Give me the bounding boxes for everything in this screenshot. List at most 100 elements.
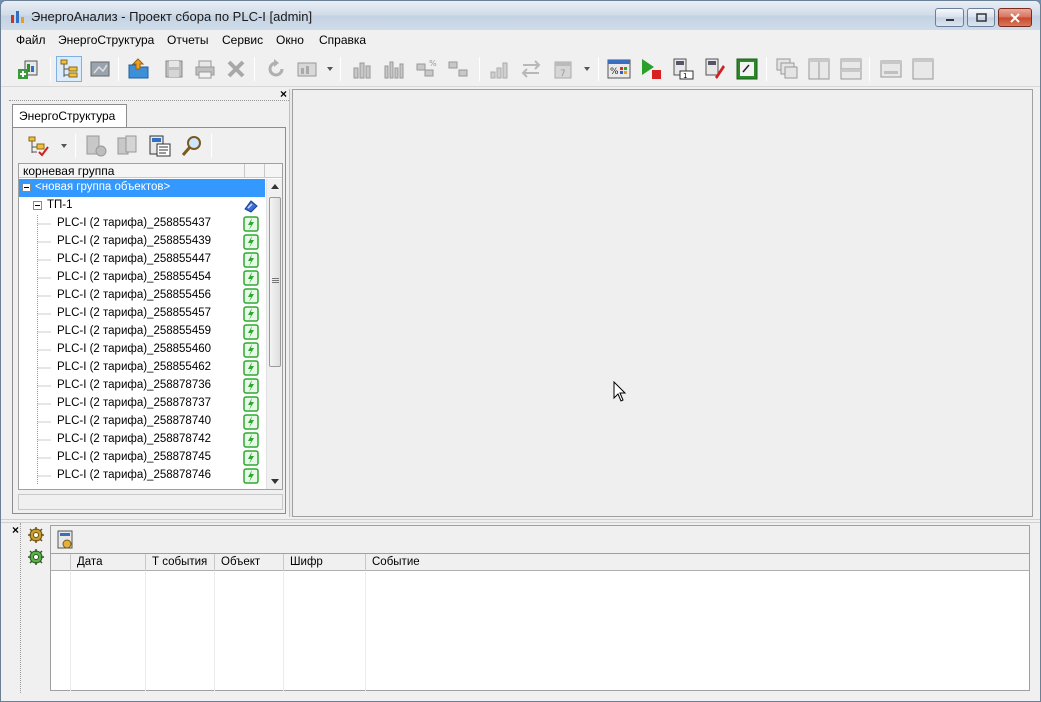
maximize-button[interactable] — [967, 8, 995, 27]
panel-close-icon[interactable]: × — [280, 87, 287, 101]
tree-vertical-scrollbar[interactable] — [266, 179, 282, 489]
column-header-event-time[interactable]: Т события — [146, 554, 215, 571]
tab-energy-structure[interactable]: ЭнергоСтруктура — [12, 104, 127, 128]
bar-chart-button[interactable] — [350, 56, 376, 82]
tree-item-device[interactable]: PLC-I (2 тарифа)_258878745 — [19, 449, 265, 467]
refresh-button[interactable] — [263, 56, 289, 82]
scroll-down-icon[interactable] — [271, 479, 279, 484]
column-header-object[interactable]: Объект — [215, 554, 284, 571]
column-header-code[interactable]: Шифр — [284, 554, 366, 571]
tree-item-label: PLC-I (2 тарифа)_258878742 — [57, 433, 212, 445]
dropdown-arrow-icon[interactable] — [61, 144, 67, 148]
tree-connector — [37, 215, 51, 233]
tariff-table-button[interactable]: % — [606, 56, 632, 82]
device-copy-button[interactable] — [115, 133, 141, 159]
events-panel-close-icon[interactable]: × — [12, 523, 19, 537]
map-view-icon — [90, 61, 110, 77]
tree-horizontal-scrollbar[interactable] — [18, 494, 283, 510]
app-window: ЭнергоАнализ - Проект сбора по PLC-I [ad… — [0, 0, 1041, 702]
tree-item-device[interactable]: PLC-I (2 тарифа)_258878740 — [19, 413, 265, 431]
gauge-button[interactable] — [734, 56, 760, 82]
menu-reports[interactable]: Отчеты — [167, 33, 208, 47]
tree-item-label: PLC-I (2 тарифа)_258878737 — [57, 397, 212, 409]
meter-config-icon: 1 — [673, 58, 694, 80]
toolbar-separator — [766, 57, 767, 81]
tile-horizontal-button[interactable] — [838, 56, 864, 82]
substation-icon — [244, 200, 258, 213]
tree-item-device[interactable]: PLC-I (2 тарифа)_258855459 — [19, 323, 265, 341]
view-options-icon — [297, 62, 317, 77]
tree-item-device[interactable]: PLC-I (2 тарифа)_258855454 — [19, 269, 265, 287]
menu-file[interactable]: Файл — [16, 33, 46, 47]
cascade-windows-button[interactable] — [774, 56, 800, 82]
search-button[interactable] — [179, 133, 205, 159]
minimize-all-icon — [880, 60, 902, 78]
refresh-icon — [268, 59, 284, 77]
tree-item-device[interactable]: PLC-I (2 тарифа)_258878746 — [19, 467, 265, 485]
tree-item-tp1[interactable]: ТП-1 — [19, 197, 265, 215]
tree-item-device[interactable]: PLC-I (2 тарифа)_258878737 — [19, 395, 265, 413]
collapse-icon[interactable] — [33, 201, 42, 210]
close-button[interactable] — [998, 8, 1032, 27]
menu-window[interactable]: Окно — [276, 33, 304, 47]
bar-chart-compare-button[interactable] — [382, 56, 408, 82]
tree-connector — [37, 341, 51, 359]
menu-help[interactable]: Справка — [319, 33, 366, 47]
add-object-button[interactable] — [15, 56, 41, 82]
mdi-workspace[interactable] — [292, 89, 1033, 517]
map-view-button[interactable] — [87, 56, 113, 82]
gear-green-icon[interactable] — [27, 548, 45, 566]
tree-item-device[interactable]: PLC-I (2 тарифа)_258855447 — [19, 251, 265, 269]
menu-energy-structure[interactable]: ЭнергоСтруктура — [58, 33, 154, 47]
events-export-icon — [57, 530, 73, 549]
start-polling-button[interactable] — [638, 56, 664, 82]
tree-item-label: PLC-I (2 тарифа)_258878736 — [57, 379, 212, 391]
scroll-up-icon[interactable] — [271, 184, 279, 189]
tree-view-button[interactable] — [56, 56, 82, 82]
step-chart-button[interactable] — [446, 56, 472, 82]
column-header-event[interactable]: Событие — [366, 554, 1029, 571]
dock-strip — [20, 523, 21, 693]
scrollbar-thumb[interactable] — [269, 197, 281, 367]
device-copy-icon — [117, 135, 137, 155]
percent-chart-button[interactable]: % — [414, 56, 440, 82]
calendar-button[interactable]: 7 — [551, 56, 577, 82]
tree-item-label: PLC-I (2 тарифа)_258855459 — [57, 325, 212, 337]
device-properties-button[interactable] — [147, 133, 173, 159]
tree-item-device[interactable]: PLC-I (2 тарифа)_258855437 — [19, 215, 265, 233]
tree-item-device[interactable]: PLC-I (2 тарифа)_258855456 — [19, 287, 265, 305]
view-options-button[interactable] — [295, 56, 321, 82]
bar-chart-icon — [353, 62, 371, 79]
device-settings-icon — [86, 135, 107, 157]
meter-edit-button[interactable] — [702, 56, 728, 82]
minimize-all-button[interactable] — [878, 56, 904, 82]
restore-all-button[interactable] — [910, 56, 936, 82]
transfer-button[interactable] — [519, 56, 545, 82]
tree-item-device[interactable]: PLC-I (2 тарифа)_258855439 — [19, 233, 265, 251]
growth-chart-button[interactable] — [487, 56, 513, 82]
tree-item-device[interactable]: PLC-I (2 тарифа)_258855460 — [19, 341, 265, 359]
column-header-date[interactable]: Дата — [71, 554, 146, 571]
tree-item-device[interactable]: PLC-I (2 тарифа)_258855462 — [19, 359, 265, 377]
tree-item-device[interactable]: PLC-I (2 тарифа)_258855457 — [19, 305, 265, 323]
tree-item-device[interactable]: PLC-I (2 тарифа)_258878736 — [19, 377, 265, 395]
device-settings-button[interactable] — [83, 133, 109, 159]
tree-item-root-group[interactable]: <новая группа объектов> — [19, 179, 265, 197]
tree-item-device[interactable]: PLC-I (2 тарифа)_258878742 — [19, 431, 265, 449]
svg-text:7: 7 — [560, 69, 566, 79]
collapse-icon[interactable] — [22, 183, 31, 192]
print-button[interactable] — [192, 56, 218, 82]
save-button[interactable] — [161, 56, 187, 82]
delete-button[interactable] — [223, 56, 249, 82]
minimize-button[interactable] — [935, 8, 964, 27]
tree-connector — [37, 287, 51, 305]
events-export-button[interactable] — [53, 527, 79, 553]
menu-service[interactable]: Сервис — [222, 33, 263, 47]
gear-icon[interactable] — [27, 526, 45, 544]
dropdown-arrow-icon[interactable] — [327, 67, 333, 71]
structure-add-button[interactable] — [25, 133, 51, 159]
open-project-button[interactable] — [126, 56, 152, 82]
dropdown-arrow-icon[interactable] — [584, 67, 590, 71]
tile-vertical-button[interactable] — [806, 56, 832, 82]
meter-config-button[interactable]: 1 — [670, 56, 696, 82]
